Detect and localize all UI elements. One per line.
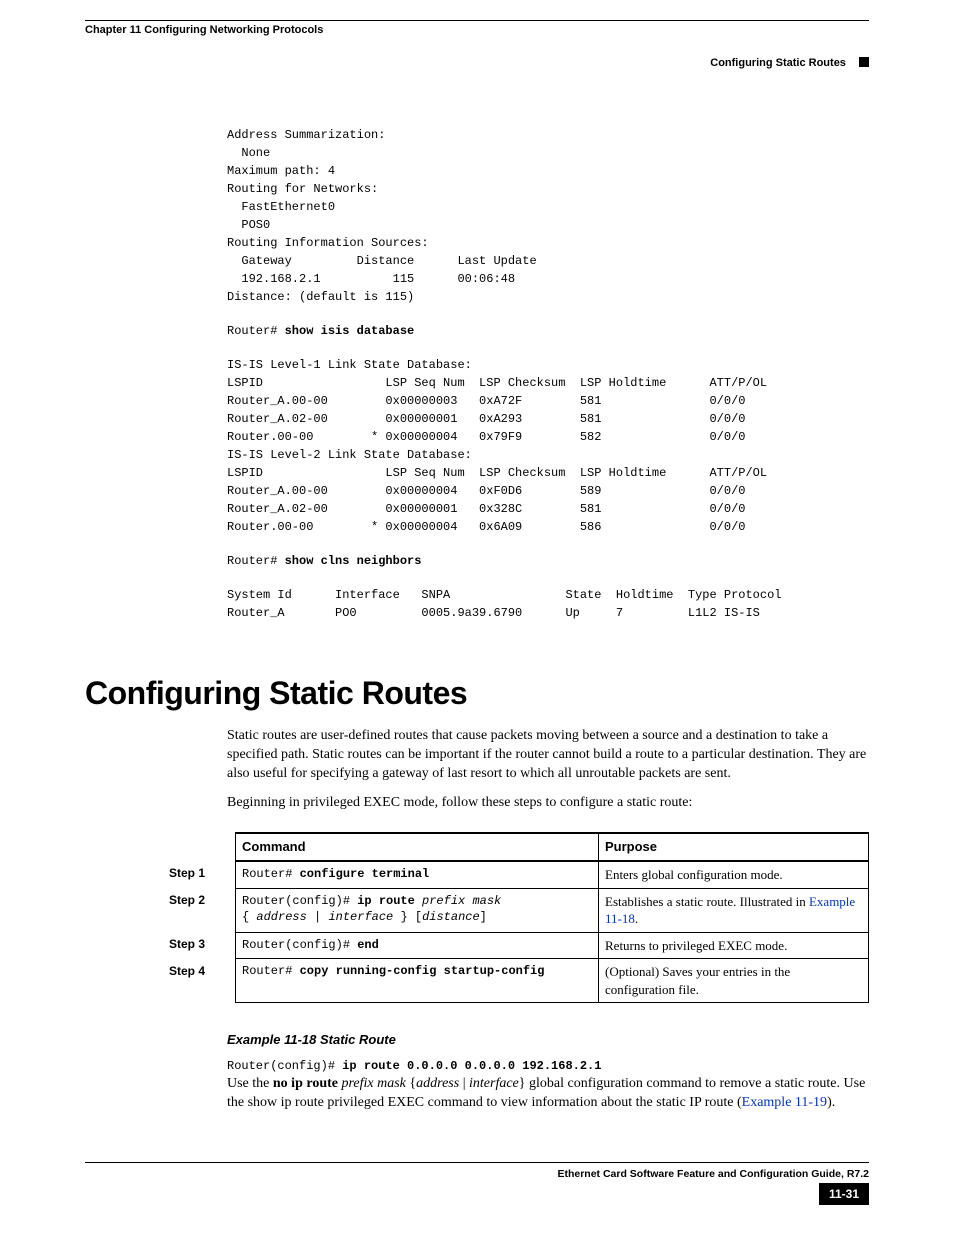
cli-command-2: Router# show clns neighbors bbox=[227, 552, 869, 570]
page-number: 11-31 bbox=[819, 1183, 869, 1205]
step-label: Step 1 bbox=[163, 861, 236, 888]
command-cell: Router# configure terminal bbox=[236, 861, 599, 888]
running-section-title: Configuring Static Routes bbox=[710, 57, 846, 69]
example-command: Router(config)# ip route 0.0.0.0 0.0.0.0… bbox=[227, 1057, 869, 1075]
command-cell: Router(config)# ip route prefix mask{ ad… bbox=[236, 888, 599, 932]
cli-output-block-3: System Id Interface SNPA State Holdtime … bbox=[227, 586, 869, 622]
col-header-command: Command bbox=[236, 833, 599, 861]
command-cell: Router(config)# end bbox=[236, 932, 599, 959]
chapter-title: Chapter 11 Configuring Networking Protoc… bbox=[85, 23, 869, 52]
step-label: Step 3 bbox=[163, 932, 236, 959]
intro-paragraph-1: Static routes are user-defined routes th… bbox=[227, 727, 869, 784]
intro-paragraph-2: Beginning in privileged EXEC mode, follo… bbox=[227, 794, 869, 813]
command-table: Command Purpose Step 1 Router# configure… bbox=[163, 832, 869, 1003]
footer-guide-title: Ethernet Card Software Feature and Confi… bbox=[85, 1167, 869, 1181]
header-marker-icon bbox=[859, 57, 869, 67]
table-row: Step 2 Router(config)# ip route prefix m… bbox=[163, 888, 869, 932]
example-title: Example 11-18 Static Route bbox=[227, 1031, 869, 1049]
cli-command-1: Router# show isis database bbox=[227, 322, 869, 340]
step-label: Step 2 bbox=[163, 888, 236, 932]
command-cell: Router# copy running-config startup-conf… bbox=[236, 959, 599, 1003]
section-heading: Configuring Static Routes bbox=[85, 672, 869, 715]
closing-paragraph: Use the no ip route prefix mask {address… bbox=[227, 1075, 869, 1113]
table-row: Step 3 Router(config)# end Returns to pr… bbox=[163, 932, 869, 959]
example-link-11-19[interactable]: Example 11-19 bbox=[742, 1095, 827, 1110]
purpose-cell: Enters global configuration mode. bbox=[599, 861, 869, 888]
step-label: Step 4 bbox=[163, 959, 236, 1003]
cli-output-block-2: IS-IS Level-1 Link State Database: LSPID… bbox=[227, 356, 869, 536]
page-footer: Ethernet Card Software Feature and Confi… bbox=[85, 1162, 869, 1205]
table-row: Step 1 Router# configure terminal Enters… bbox=[163, 861, 869, 888]
purpose-cell: Returns to privileged EXEC mode. bbox=[599, 932, 869, 959]
table-row: Step 4 Router# copy running-config start… bbox=[163, 959, 869, 1003]
purpose-cell: Establishes a static route. Illustrated … bbox=[599, 888, 869, 932]
col-header-purpose: Purpose bbox=[599, 833, 869, 861]
purpose-cell: (Optional) Saves your entries in the con… bbox=[599, 959, 869, 1003]
cli-output-block-1: Address Summarization: None Maximum path… bbox=[227, 126, 869, 306]
